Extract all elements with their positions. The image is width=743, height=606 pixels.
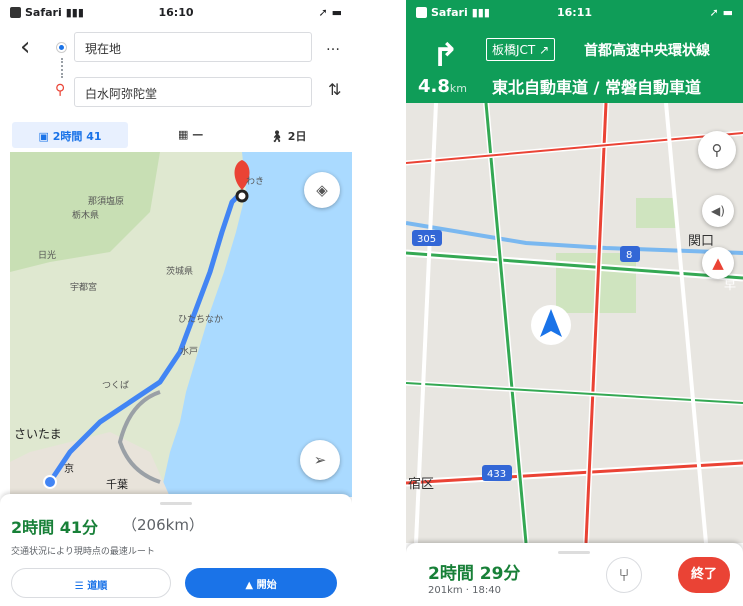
clock: 16:11	[556, 6, 592, 19]
steps-label: 道順	[87, 581, 108, 592]
map-label: さいたま	[14, 427, 62, 441]
travel-modes: ▣ 2時間 41 ▦ — 🚶︎ 2日	[0, 122, 352, 150]
route-duration: 2時間 41分	[11, 518, 98, 537]
origin-marker	[43, 475, 57, 489]
walk-icon: 🚶︎	[270, 130, 288, 143]
map-label: 茨城県	[166, 265, 193, 277]
compass-icon: ▲	[712, 254, 724, 272]
status-bar: Safari ▮▮▮ 16:11 ➚ ▬	[406, 0, 743, 26]
map-label: 那須塩原	[88, 195, 124, 207]
nav-map[interactable]: 305 8 433 関口 宿区 早 ⚲ ◀) ▲	[406, 103, 743, 543]
train-icon: ▦	[178, 128, 193, 141]
map-label: 水戸	[180, 345, 198, 357]
layers-button[interactable]: ◈	[304, 172, 340, 208]
sound-button[interactable]: ◀)	[702, 195, 734, 227]
drag-handle[interactable]	[160, 502, 192, 505]
map-label: つくば	[102, 380, 129, 391]
current-road: 東北自動車道 / 常磐自動車道	[492, 78, 701, 97]
mode-transit-tab[interactable]: ▦ —	[178, 128, 203, 141]
search-button[interactable]: ⚲	[698, 131, 736, 169]
mode-walk-tab[interactable]: 🚶︎ 2日	[270, 128, 306, 144]
battery-icon: ➚ ▬	[318, 6, 342, 19]
map-label: 栃木県	[72, 209, 99, 221]
distance-value: 4.8	[418, 76, 450, 97]
park-area	[636, 198, 676, 228]
directions-screen: Safari ▮▮▮ 16:10 ➚ ▬ ‹ ⚲ 現在地 白水阿弥陀堂 … ⇅ ▣…	[0, 0, 352, 606]
map-label: 宿区	[408, 476, 434, 492]
location-arrow-icon: ➢	[313, 451, 327, 469]
speaker-icon: ◀)	[711, 204, 725, 218]
drag-handle[interactable]	[558, 551, 590, 554]
map-label: 関口	[688, 234, 714, 249]
nav-banner[interactable]: Safari ▮▮▮ 16:11 ➚ ▬ ↱ 板橋JCT ↗ 首都高速中央環状線 …	[406, 0, 743, 103]
fork-icon: ⑂	[618, 565, 630, 586]
eta-sheet: 2時間 29分 201km · 18:40 ⑂ 終了	[406, 543, 743, 606]
battery-icon: ➚ ▬	[709, 6, 733, 19]
origin-dot-icon	[57, 43, 66, 52]
distance-to-turn: 4.8km	[418, 76, 467, 97]
destination-marker	[235, 189, 249, 203]
car-icon: ▣	[38, 130, 53, 143]
turn-right-icon: ↱	[432, 36, 459, 74]
clock: 16:10	[158, 6, 194, 19]
map-label: 日光	[38, 249, 56, 261]
nav-map-canvas: 305 8 433 関口 宿区 早	[406, 103, 743, 543]
more-options-button[interactable]: …	[326, 38, 341, 54]
route-connector	[61, 58, 63, 78]
map-label: 早	[724, 278, 736, 292]
compass-button[interactable]: ▲	[702, 247, 734, 279]
end-navigation-button[interactable]: 終了	[678, 557, 730, 593]
mode-walk-label: 2日	[287, 130, 307, 143]
back-button[interactable]: ‹	[20, 34, 30, 60]
steps-button[interactable]: ☰ 道順	[11, 568, 171, 598]
start-label: 開始	[256, 580, 277, 591]
eta-duration: 2時間 29分	[428, 564, 521, 584]
next-road: 首都高速中央環状線	[584, 43, 710, 59]
route-sheet: 2時間 41分 （206km） 交通状況により現時点の最速ルート ☰ 道順 ▲ …	[0, 494, 352, 606]
mode-transit-label: —	[192, 128, 204, 141]
distance-unit: km	[449, 82, 467, 95]
map-label: ひたちなか	[178, 314, 223, 325]
map-label: 千葉	[106, 477, 128, 491]
my-location-button[interactable]: ➢	[300, 440, 340, 480]
list-icon: ☰	[74, 581, 88, 592]
eta-details: 201km · 18:40	[428, 585, 501, 596]
route-map[interactable]: 那須塩原 栃木県 日光 宇都宮 茨城県 ひたちなか 水戸 つくば さいたま 京 …	[10, 152, 352, 497]
status-bar: Safari ▮▮▮ 16:10 ➚ ▬	[0, 0, 352, 26]
route-shield-label: 8	[626, 250, 632, 261]
route-note: 交通状況により現時点の最速ルート	[11, 547, 155, 557]
mode-car-label: 2時間 41	[52, 130, 102, 143]
search-icon: ⚲	[711, 141, 723, 159]
swap-icon[interactable]: ⇅	[328, 80, 341, 99]
route-map-canvas: 那須塩原 栃木県 日光 宇都宮 茨城県 ひたちなか 水戸 つくば さいたま 京 …	[10, 152, 352, 497]
map-label: 宇都宮	[70, 281, 97, 293]
route-shield-label: 433	[487, 469, 506, 480]
start-button[interactable]: ▲ 開始	[185, 568, 337, 598]
destination-pin-icon: ⚲	[55, 82, 66, 98]
layers-icon: ◈	[316, 181, 328, 199]
origin-field[interactable]: 現在地	[74, 32, 312, 62]
navigation-arrow-icon: ▲	[245, 580, 257, 591]
junction-sign: 板橋JCT ↗	[486, 38, 556, 61]
route-distance: （206km）	[122, 516, 204, 534]
alternate-routes-button[interactable]: ⑂	[606, 557, 642, 593]
destination-field[interactable]: 白水阿弥陀堂	[74, 77, 312, 107]
navigation-screen: Safari ▮▮▮ 16:11 ➚ ▬ ↱ 板橋JCT ↗ 首都高速中央環状線 …	[406, 0, 743, 606]
route-shield-label: 305	[417, 234, 436, 245]
map-label: わき	[246, 176, 264, 187]
mode-car-tab[interactable]: ▣ 2時間 41	[12, 122, 128, 148]
map-label: 京	[64, 462, 74, 475]
